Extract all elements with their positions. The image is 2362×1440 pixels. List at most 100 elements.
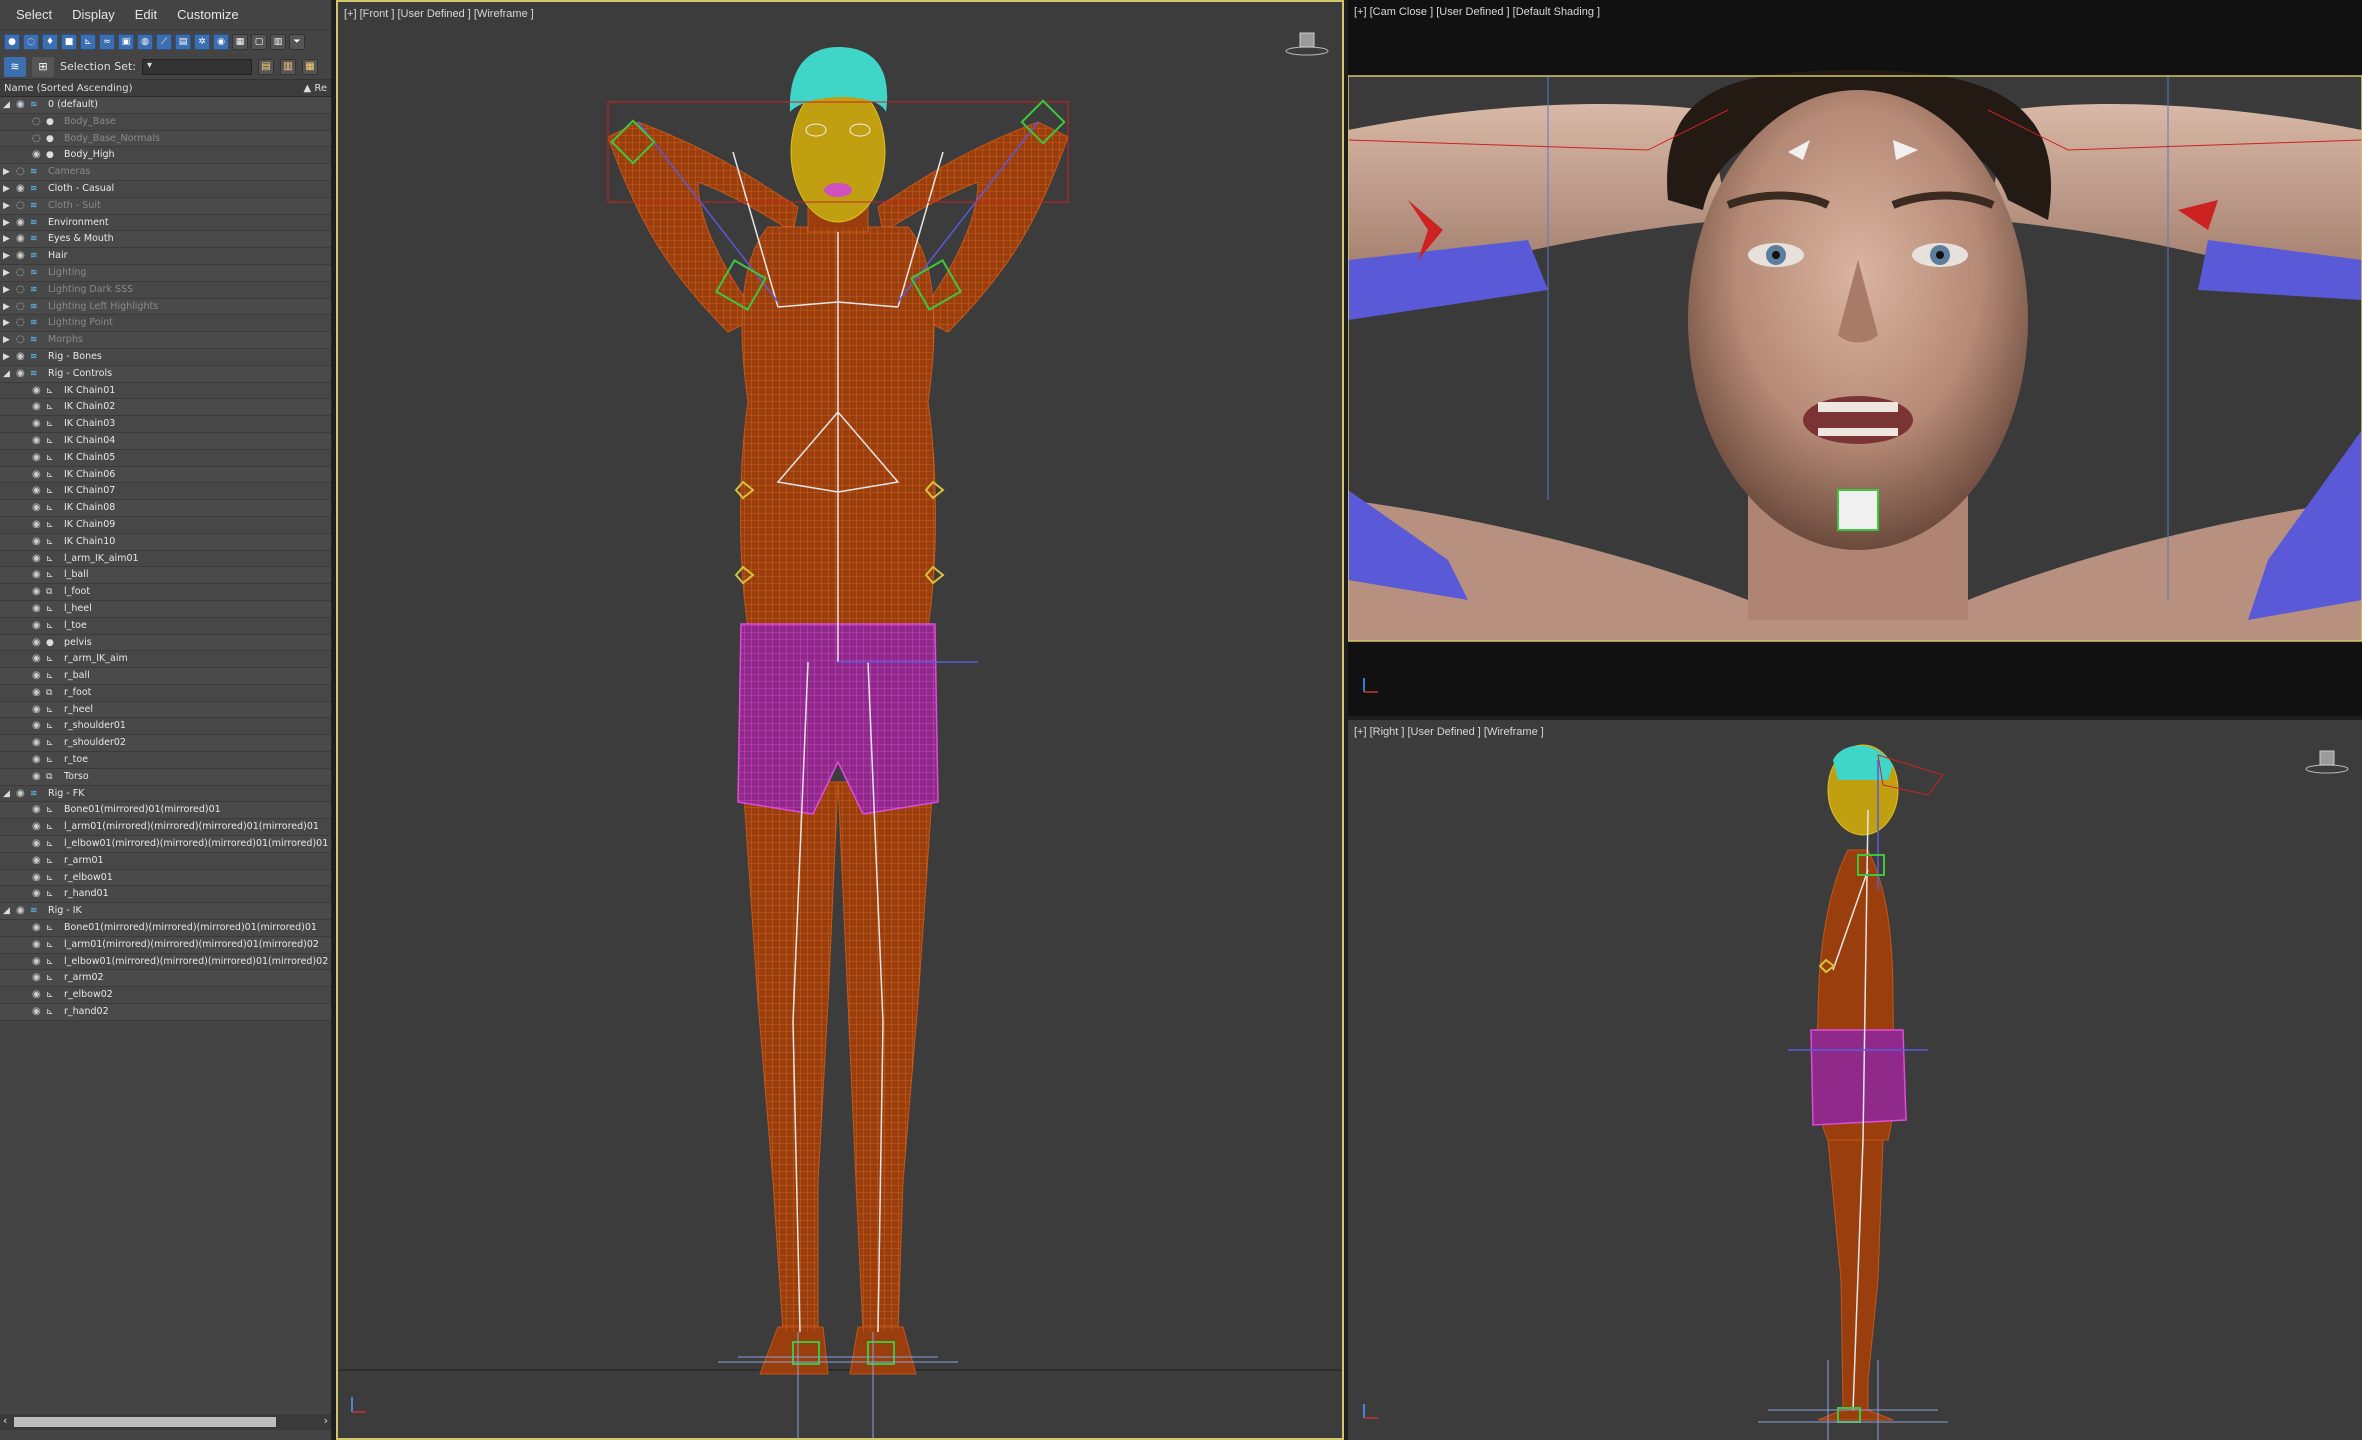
display-spacewarps-icon[interactable]: ≈ — [99, 34, 115, 50]
tree-row[interactable]: ◉ ⊾ Bone01(mirrored)01(mirrored)01 — [0, 802, 331, 820]
tree-row[interactable]: ◉ ⊾ r_arm_IK_aim — [0, 651, 331, 669]
display-none-icon[interactable]: ▢ — [251, 34, 267, 50]
visibility-eye-icon[interactable]: ◉ — [16, 181, 25, 198]
tree-row[interactable]: ◉ ⊾ l_heel — [0, 600, 331, 618]
visibility-eye-icon[interactable]: ◉ — [32, 1004, 41, 1021]
visibility-eye-icon[interactable]: ◉ — [32, 987, 41, 1004]
create-selection-set-icon[interactable]: ▤ — [257, 58, 274, 75]
tree-row[interactable]: ◉ ⊾ l_arm01(mirrored)(mirrored)(mirrored)0… — [0, 819, 331, 837]
tree-row[interactable]: ◉ ⊾ l_arm01(mirrored)(mirrored)(mirrored)0… — [0, 936, 331, 954]
visibility-eye-icon[interactable]: ◉ — [32, 668, 41, 685]
display-lights-icon[interactable]: ♦ — [42, 34, 58, 50]
visibility-eye-icon[interactable]: ◉ — [32, 584, 41, 601]
tree-row[interactable]: ◉ ⧉ Torso — [0, 768, 331, 786]
visibility-eye-icon[interactable]: ◌ — [16, 299, 25, 316]
front-viewport[interactable]: [+] [Front ] [User Defined ] [Wireframe … — [336, 0, 1344, 1440]
visibility-eye-icon[interactable]: ◉ — [16, 215, 25, 232]
visibility-eye-icon[interactable]: ◉ — [32, 147, 41, 164]
tree-row[interactable]: ◉ ⊾ l_ball — [0, 567, 331, 585]
tree-row[interactable]: ▶ ◉ ≋ Rig - Bones — [0, 348, 331, 366]
tree-row[interactable]: ◉ ⊾ IK Chain01 — [0, 382, 331, 400]
tree-row[interactable]: ◉ ⊾ r_elbow01 — [0, 869, 331, 887]
tree-row[interactable]: ▶ ◌ ≋ Lighting — [0, 264, 331, 282]
camera-viewport-label[interactable]: [+] [Cam Close ] [User Defined ] [Defaul… — [1354, 6, 1600, 18]
selection-set-dropdown[interactable]: ▾ — [141, 58, 252, 75]
tree-row[interactable]: ◉ ⊾ IK Chain08 — [0, 500, 331, 517]
tree-row[interactable]: ◉ ⊾ IK Chain02 — [0, 399, 331, 417]
tree-row[interactable]: ◉ ⊾ IK Chain09 — [0, 516, 331, 534]
collapse-arrow-icon[interactable]: ◢ — [3, 903, 10, 920]
expand-arrow-icon[interactable]: ▶ — [3, 349, 10, 366]
visibility-eye-icon[interactable]: ◌ — [32, 114, 41, 131]
display-bones-icon[interactable]: ⟋ — [156, 34, 172, 50]
visibility-eye-icon[interactable]: ◉ — [32, 383, 41, 400]
column-name-header[interactable]: Name (Sorted Ascending) — [4, 83, 133, 94]
visibility-eye-icon[interactable]: ◉ — [32, 467, 41, 484]
tree-row[interactable]: ◢ ◉ ≋ Rig - Controls — [0, 365, 331, 383]
visibility-eye-icon[interactable]: ◉ — [32, 702, 41, 719]
tree-row[interactable]: ▶ ◉ ≋ Eyes & Mouth — [0, 231, 331, 249]
visibility-eye-icon[interactable]: ◉ — [32, 718, 41, 735]
tree-row[interactable]: ◉ ⊾ r_arm01 — [0, 852, 331, 870]
expand-arrow-icon[interactable]: ▶ — [3, 198, 10, 215]
tree-row[interactable]: ◉ ⊾ r_shoulder01 — [0, 718, 331, 736]
expand-arrow-icon[interactable]: ▶ — [3, 315, 10, 332]
visibility-eye-icon[interactable]: ◉ — [16, 786, 25, 803]
collapse-arrow-icon[interactable]: ◢ — [3, 97, 10, 114]
tree-row[interactable]: ▶ ◌ ≋ Lighting Left Highlights — [0, 298, 331, 316]
visibility-eye-icon[interactable]: ◉ — [32, 567, 41, 584]
visibility-eye-icon[interactable]: ◉ — [32, 752, 41, 769]
tree-row[interactable]: ◉ ⊾ r_hand01 — [0, 886, 331, 904]
visibility-eye-icon[interactable]: ◉ — [32, 853, 41, 870]
display-groups-icon[interactable]: ▣ — [118, 34, 134, 50]
tree-row[interactable]: ◉ ⊾ IK Chain05 — [0, 449, 331, 467]
display-cameras-icon[interactable]: ■ — [61, 34, 77, 50]
layer-properties-icon[interactable]: ▦ — [301, 58, 318, 75]
column-sort-indicator[interactable]: ▲ Re — [303, 83, 327, 94]
expand-arrow-icon[interactable]: ▶ — [3, 299, 10, 316]
visibility-eye-icon[interactable]: ◌ — [16, 282, 25, 299]
visibility-eye-icon[interactable]: ◉ — [32, 651, 41, 668]
collapse-arrow-icon[interactable]: ◢ — [3, 366, 10, 383]
front-viewport-label[interactable]: [+] [Front ] [User Defined ] [Wireframe … — [344, 8, 534, 20]
tree-row[interactable]: ◉ ● pelvis — [0, 634, 331, 652]
tree-row[interactable]: ◉ ⊾ l_elbow01(mirrored)(mirrored)(mirrored… — [0, 953, 331, 971]
scroll-right-icon[interactable]: › — [324, 1414, 328, 1427]
expand-arrow-icon[interactable]: ▶ — [3, 332, 10, 349]
display-all-icon[interactable]: ▦ — [232, 34, 248, 50]
tree-row[interactable]: ▶ ◌ ≋ Cloth - Suit — [0, 197, 331, 215]
visibility-eye-icon[interactable]: ◉ — [32, 886, 41, 903]
visibility-eye-icon[interactable]: ◉ — [32, 618, 41, 635]
tree-row[interactable]: ◉ ⊾ r_heel — [0, 701, 331, 719]
menu-edit[interactable]: Edit — [125, 7, 167, 22]
visibility-eye-icon[interactable]: ◉ — [32, 517, 41, 534]
visibility-eye-icon[interactable]: ◉ — [32, 399, 41, 416]
collapse-arrow-icon[interactable]: ◢ — [3, 786, 10, 803]
menu-display[interactable]: Display — [62, 7, 125, 22]
visibility-eye-icon[interactable]: ◉ — [16, 248, 25, 265]
explorer-horizontal-scrollbar[interactable]: ‹ › — [0, 1414, 331, 1430]
right-viewport-label[interactable]: [+] [Right ] [User Defined ] [Wireframe … — [1354, 726, 1544, 738]
tree-row[interactable]: ◉ ⊾ r_toe — [0, 752, 331, 769]
scroll-left-icon[interactable]: ‹ — [3, 1414, 7, 1427]
visibility-eye-icon[interactable]: ◌ — [16, 265, 25, 282]
tree-row[interactable]: ◉ ⊾ r_arm02 — [0, 970, 331, 988]
expand-arrow-icon[interactable]: ▶ — [3, 215, 10, 232]
tree-row[interactable]: ◉ ⊾ r_hand02 — [0, 1004, 331, 1021]
tree-row[interactable]: ◉ ⊾ r_ball — [0, 668, 331, 685]
display-geometry-icon[interactable]: ● — [4, 34, 20, 50]
visibility-eye-icon[interactable]: ◉ — [32, 870, 41, 887]
visibility-eye-icon[interactable]: ◌ — [16, 164, 25, 181]
visibility-eye-icon[interactable]: ◉ — [32, 954, 41, 971]
visibility-eye-icon[interactable]: ◌ — [32, 131, 41, 148]
display-frozen-icon[interactable]: ✲ — [194, 34, 210, 50]
camera-viewport[interactable]: [+] [Cam Close ] [User Defined ] [Defaul… — [1348, 0, 2362, 716]
visibility-eye-icon[interactable]: ◉ — [32, 500, 41, 517]
visibility-eye-icon[interactable]: ◉ — [32, 819, 41, 836]
tree-row[interactable]: ◢ ◉ ≋ Rig - IK — [0, 903, 331, 921]
visibility-eye-icon[interactable]: ◉ — [16, 366, 25, 383]
visibility-eye-icon[interactable]: ◉ — [32, 685, 41, 702]
display-shapes-icon[interactable]: ◌ — [23, 34, 39, 50]
visibility-eye-icon[interactable]: ◌ — [16, 332, 25, 349]
tree-row[interactable]: ◉ ⊾ l_elbow01(mirrored)(mirrored)(mirrored… — [0, 836, 331, 853]
